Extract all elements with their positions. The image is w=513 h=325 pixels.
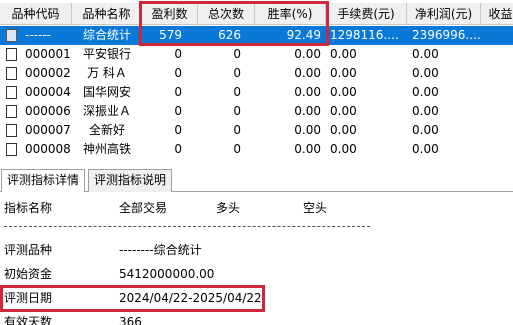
row-name: 国华网安 (82, 85, 131, 99)
row-code: 000007 (25, 123, 71, 137)
row-name: 万 科Ａ (87, 66, 127, 80)
detail-label-instrument: 评测品种 (4, 243, 53, 257)
column-header-win-rate[interactable]: 胜率(%) (255, 3, 326, 25)
row-total-count: 0 (233, 85, 241, 99)
row-profit-count: 0 (174, 85, 182, 99)
row-profit-count: 579 (159, 28, 182, 42)
row-fee: 0.00 (330, 47, 357, 61)
detail-value-valid-days: 366 (119, 315, 142, 325)
row-fee: 0.00 (330, 142, 357, 156)
column-header-net-profit[interactable]: 净利润(元) (407, 3, 481, 25)
row-win-rate: 92.49 (286, 28, 321, 42)
row-net-profit: 0.00 (412, 66, 439, 80)
row-fee: 0.00 (330, 85, 357, 99)
detail-header-short: 空头 (303, 201, 328, 215)
row-net-profit: 0.00 (412, 104, 439, 118)
row-net-profit: 2396996.... (412, 28, 481, 42)
column-header-name[interactable]: 品种名称 (72, 3, 142, 25)
detail-header-long: 多头 (216, 201, 241, 215)
row-name: 综合统计 (82, 28, 131, 42)
row-code: ------ (25, 28, 51, 42)
row-fee: 0.00 (330, 123, 357, 137)
tab-metrics-description[interactable]: 评测指标说明 (88, 169, 173, 192)
strategy-stats-grid: 品种代码 品种名称 盈利数 总次数 胜率(%) 手续费(元) 净利润(元) 收益… (0, 0, 513, 162)
row-name: 深振业Ａ (82, 104, 131, 118)
divider (4, 226, 370, 227)
row-total-count: 0 (233, 66, 241, 80)
column-header-code[interactable]: 品种代码 (0, 3, 72, 25)
row-code: 000002 (25, 66, 71, 80)
tab-strip: 评测指标详情 评测指标说明 (0, 166, 513, 193)
row-profit-count: 0 (174, 104, 182, 118)
column-header-fee[interactable]: 手续费(元) (326, 3, 407, 25)
detail-value-initial-capital: 5412000000.00 (119, 267, 215, 281)
table-row[interactable]: 000008 神州高铁 0 0 0.00 0.00 0.00 (0, 140, 513, 159)
tab-metrics-detail[interactable]: 评测指标详情 (1, 169, 86, 193)
row-total-count: 0 (233, 142, 241, 156)
row-code: 000001 (25, 47, 71, 61)
row-net-profit: 0.00 (412, 47, 439, 61)
row-win-rate: 0.00 (294, 123, 321, 137)
row-code: 000008 (25, 142, 71, 156)
detail-header-metric: 指标名称 (4, 201, 53, 215)
row-total-count: 0 (233, 123, 241, 137)
row-fee: 0.00 (330, 104, 357, 118)
table-row[interactable]: 000007 全新好 0 0 0.00 0.00 0.00 (0, 121, 513, 140)
row-profit-count: 0 (174, 47, 182, 61)
row-total-count: 0 (233, 47, 241, 61)
row-fee: 1298116.... (330, 28, 399, 42)
detail-label-date-range: 评测日期 (4, 291, 53, 305)
detail-label-valid-days: 有效天数 (4, 315, 53, 325)
row-win-rate: 0.00 (294, 47, 321, 61)
row-net-profit: 0.00 (412, 123, 439, 137)
row-net-profit: 0.00 (412, 142, 439, 156)
row-name: 平安银行 (82, 47, 131, 61)
row-code: 000004 (25, 85, 71, 99)
table-row[interactable]: 000006 深振业Ａ 0 0 0.00 0.00 0.00 (0, 102, 513, 121)
row-profit-count: 0 (174, 123, 182, 137)
row-total-count: 626 (218, 28, 241, 42)
metrics-detail-pane: 指标名称 全部交易 多头 空头 评测品种 --------综合统计 初始资金 5… (0, 192, 513, 325)
column-header-return[interactable]: 收益 (481, 3, 513, 25)
column-header-profit-count[interactable]: 盈利数 (142, 3, 198, 25)
row-name: 神州高铁 (82, 142, 131, 156)
row-name: 全新好 (88, 123, 125, 137)
row-profit-count: 0 (174, 142, 182, 156)
table-row[interactable]: 000004 国华网安 0 0 0.00 0.00 0.00 (0, 83, 513, 102)
row-fee: 0.00 (330, 66, 357, 80)
table-row[interactable]: 000001 平安银行 0 0 0.00 0.00 0.00 (0, 45, 513, 64)
table-row[interactable]: 000002 万 科Ａ 0 0 0.00 0.00 0.00 (0, 64, 513, 83)
column-header-total-count[interactable]: 总次数 (198, 3, 255, 25)
row-total-count: 0 (233, 104, 241, 118)
row-win-rate: 0.00 (294, 85, 321, 99)
row-code: 000006 (25, 104, 71, 118)
detail-label-initial-capital: 初始资金 (4, 267, 53, 281)
row-win-rate: 0.00 (294, 66, 321, 80)
row-win-rate: 0.00 (294, 142, 321, 156)
detail-header-all-trades: 全部交易 (119, 201, 168, 215)
row-net-profit: 0.00 (412, 85, 439, 99)
row-win-rate: 0.00 (294, 104, 321, 118)
table-row[interactable]: ------ 综合统计 579 626 92.49 1298116.... 23… (0, 26, 513, 45)
row-profit-count: 0 (174, 66, 182, 80)
detail-value-date-range: 2024/04/22-2025/04/22 (119, 291, 262, 305)
detail-value-instrument: --------综合统计 (119, 243, 202, 257)
